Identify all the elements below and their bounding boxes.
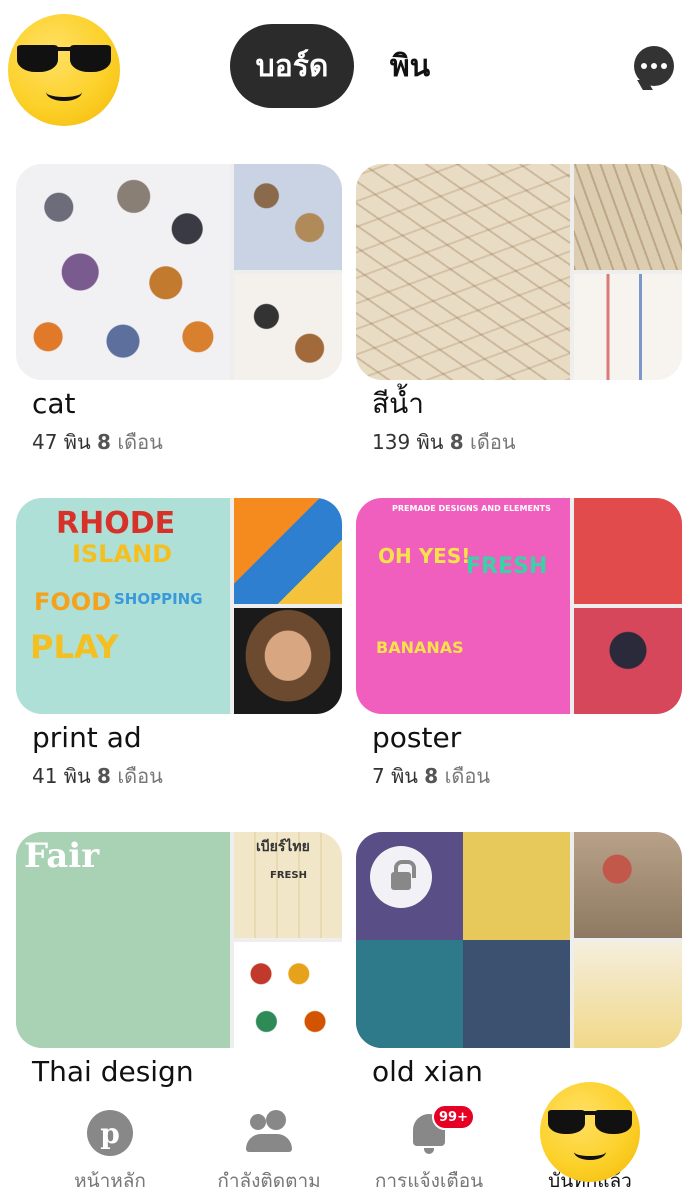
board-title: old xian bbox=[372, 1055, 483, 1088]
cover-image-main bbox=[356, 164, 570, 380]
nav-notifications[interactable]: 99+ การแจ้งเตือน bbox=[349, 1100, 509, 1196]
board-cover[interactable] bbox=[356, 832, 682, 1048]
cover-image-tertiary bbox=[234, 274, 342, 380]
age-number: 8 bbox=[97, 430, 111, 454]
tab-pins[interactable]: พิน bbox=[372, 24, 448, 108]
age-unit: เดือน bbox=[470, 430, 516, 454]
pin-count: 47 พิน bbox=[32, 430, 91, 454]
board-card-cat[interactable]: cat 47 พิน 8 เดือน bbox=[16, 164, 342, 458]
cover-text: OH YES! bbox=[378, 544, 471, 568]
cover-text: Fair bbox=[24, 836, 100, 876]
cover-image-secondary: เบียร์ไทย FRESH bbox=[234, 832, 342, 938]
notification-badge: 99+ bbox=[432, 1104, 475, 1130]
board-cover[interactable]: PREMADE DESIGNS AND ELEMENTS OH YES! FRE… bbox=[356, 498, 682, 714]
bell-icon: 99+ bbox=[406, 1104, 475, 1156]
board-card-print-ad[interactable]: RHODE ISLAND FOOD SHOPPING PLAY print ad… bbox=[16, 498, 342, 792]
tab-boards[interactable]: บอร์ด bbox=[230, 24, 354, 108]
cover-image-tertiary bbox=[234, 608, 342, 714]
pin-count: 41 พิน bbox=[32, 764, 91, 788]
board-card-old-xian[interactable]: old xian bbox=[356, 832, 682, 1090]
board-title: สีน้ำ bbox=[372, 387, 424, 420]
cover-text: FOOD bbox=[34, 588, 112, 616]
cover-image-tertiary bbox=[574, 942, 682, 1048]
board-card-watercolor[interactable]: สีน้ำ 139 พิน 8 เดือน bbox=[356, 164, 682, 458]
sunglasses-emoji-sticker bbox=[8, 14, 120, 126]
board-meta: 41 พิน 8 เดือน bbox=[16, 760, 342, 792]
cover-image-tertiary bbox=[234, 942, 342, 1048]
board-meta: 7 พิน 8 เดือน bbox=[356, 760, 682, 792]
board-card-poster[interactable]: PREMADE DESIGNS AND ELEMENTS OH YES! FRE… bbox=[356, 498, 682, 792]
nav-label: กำลังติดตาม bbox=[217, 1170, 321, 1192]
cover-image-main: Fair bbox=[16, 832, 230, 1048]
cover-image-tertiary bbox=[574, 274, 682, 380]
age-number: 8 bbox=[97, 764, 111, 788]
age-unit: เดือน bbox=[444, 764, 491, 788]
sunglasses-emoji-sticker bbox=[540, 1082, 640, 1182]
board-cover[interactable] bbox=[356, 164, 682, 380]
pin-count: 139 พิน bbox=[372, 430, 444, 454]
nav-label: การแจ้งเตือน bbox=[374, 1170, 484, 1192]
pinterest-icon: p bbox=[87, 1110, 133, 1156]
board-cover[interactable] bbox=[16, 164, 342, 380]
cover-text: PREMADE DESIGNS AND ELEMENTS bbox=[392, 504, 551, 513]
cover-text: FRESH bbox=[466, 554, 548, 579]
board-cover[interactable]: RHODE ISLAND FOOD SHOPPING PLAY bbox=[16, 498, 342, 714]
messages-icon[interactable] bbox=[634, 46, 674, 86]
nav-home[interactable]: p หน้าหลัก bbox=[30, 1100, 190, 1196]
cover-image-secondary bbox=[574, 164, 682, 270]
pin-count: 7 พิน bbox=[372, 764, 418, 788]
cover-text: FRESH bbox=[270, 870, 307, 881]
age-number: 8 bbox=[424, 764, 439, 788]
board-meta: 139 พิน 8 เดือน bbox=[356, 426, 682, 458]
cover-text: SHOPPING bbox=[114, 590, 203, 608]
cover-image-secondary bbox=[234, 164, 342, 270]
cover-image-main bbox=[16, 164, 230, 380]
cover-text: RHODE bbox=[56, 506, 176, 541]
age-unit: เดือน bbox=[117, 764, 163, 788]
board-title: print ad bbox=[32, 721, 142, 754]
lock-icon bbox=[370, 846, 432, 908]
cover-image-main: PREMADE DESIGNS AND ELEMENTS OH YES! FRE… bbox=[356, 498, 570, 714]
cover-image-main: RHODE ISLAND FOOD SHOPPING PLAY bbox=[16, 498, 230, 714]
cover-text: PLAY bbox=[30, 628, 119, 666]
boards-screen: บอร์ด พิน cat 47 พิน 8 เดือน สีน้ำ 139 พ… bbox=[0, 0, 697, 1200]
cover-text: BANANAS bbox=[376, 638, 464, 657]
cover-image-secondary bbox=[574, 498, 682, 604]
cover-text: เบียร์ไทย bbox=[256, 839, 310, 855]
cover-image-tertiary bbox=[574, 608, 682, 714]
age-unit: เดือน bbox=[117, 430, 163, 454]
board-meta: 47 พิน 8 เดือน bbox=[16, 426, 342, 458]
following-icon bbox=[246, 1110, 292, 1156]
cover-image-secondary bbox=[574, 832, 682, 938]
board-title: poster bbox=[372, 721, 462, 754]
board-card-thai-design[interactable]: Fair เบียร์ไทย FRESH Thai design bbox=[16, 832, 342, 1090]
board-title: cat bbox=[32, 387, 76, 420]
nav-label: หน้าหลัก bbox=[74, 1170, 146, 1192]
age-number: 8 bbox=[449, 430, 464, 454]
nav-following[interactable]: กำลังติดตาม bbox=[189, 1100, 349, 1196]
board-cover[interactable]: Fair เบียร์ไทย FRESH bbox=[16, 832, 342, 1048]
cover-text: ISLAND bbox=[72, 540, 173, 568]
board-title: Thai design bbox=[32, 1055, 194, 1088]
cover-image-secondary bbox=[234, 498, 342, 604]
